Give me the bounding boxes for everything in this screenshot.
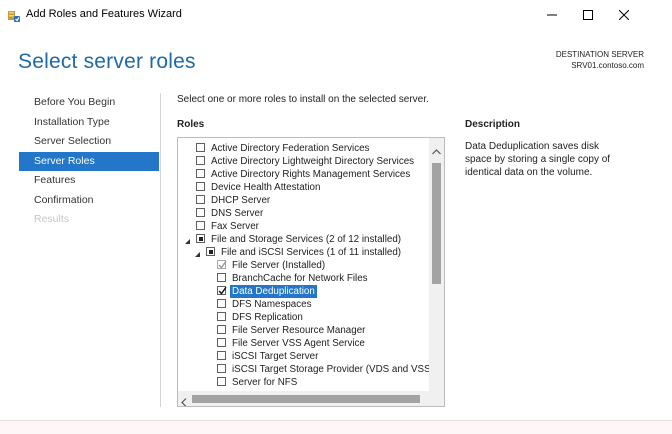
role-checkbox[interactable]: [217, 299, 226, 308]
role-row[interactable]: Server for NFS: [178, 376, 430, 389]
description-label: Description: [465, 119, 521, 130]
destination-server-name: SRV01.contoso.com: [571, 61, 644, 70]
scroll-up-icon[interactable]: [432, 142, 441, 160]
role-checkbox[interactable]: [217, 364, 226, 373]
role-row[interactable]: DHCP Server: [178, 194, 430, 207]
nav-step-server-selection[interactable]: Server Selection: [19, 132, 159, 152]
title-bar: Add Roles and Features Wizard: [0, 0, 672, 30]
role-row[interactable]: File and iSCSI Services (1 of 11 install…: [178, 246, 430, 259]
role-label: iSCSI Target Storage Provider (VDS and V…: [232, 364, 431, 375]
role-checkbox[interactable]: [196, 208, 205, 217]
role-label: Active Directory Lightweight Directory S…: [211, 156, 415, 167]
role-label: DHCP Server: [211, 195, 271, 206]
maximize-icon: [583, 10, 593, 20]
roles-list[interactable]: Active Directory Federation Services Acti…: [177, 137, 445, 407]
nav-step-before-you-begin[interactable]: Before You Begin: [19, 93, 159, 113]
role-checkbox[interactable]: [217, 286, 227, 295]
role-row[interactable]: BranchCache for Network Files: [178, 272, 430, 285]
role-row[interactable]: Data Deduplication: [178, 285, 430, 298]
expand-arrow-icon[interactable]: [194, 249, 201, 257]
role-checkbox[interactable]: [196, 156, 205, 165]
scrollbar-corner: [429, 391, 444, 406]
role-checkbox[interactable]: [217, 338, 226, 347]
role-label: DFS Namespaces: [232, 299, 312, 310]
role-row[interactable]: Fax Server: [178, 220, 430, 233]
destination-server-info: DESTINATION SERVER SRV01.contoso.com: [556, 49, 644, 71]
window-title: Add Roles and Features Wizard: [26, 8, 182, 20]
role-row[interactable]: iSCSI Target Storage Provider (VDS and V…: [178, 363, 431, 376]
close-icon: [619, 10, 629, 20]
role-row[interactable]: File and Storage Services (2 of 12 insta…: [178, 233, 430, 246]
role-checkbox[interactable]: [206, 247, 215, 256]
nav-divider: [160, 93, 161, 407]
role-checkbox[interactable]: [217, 351, 226, 360]
role-row[interactable]: File Server VSS Agent Service: [178, 337, 430, 350]
role-label: DFS Replication: [232, 312, 303, 323]
scroll-left-icon[interactable]: [181, 394, 187, 406]
role-label: Data Deduplication: [230, 285, 317, 298]
role-row[interactable]: File Server Resource Manager: [178, 324, 430, 337]
role-checkbox[interactable]: [217, 377, 226, 386]
minimize-button[interactable]: [538, 4, 566, 26]
roles-label: Roles: [177, 119, 205, 130]
role-label: iSCSI Target Server: [232, 351, 319, 362]
role-label: File Server Resource Manager: [232, 325, 366, 336]
description-text: Data Deduplication saves disk space by s…: [465, 141, 611, 178]
roles-tree: Active Directory Federation Services Acti…: [178, 142, 431, 389]
role-checkbox[interactable]: [217, 312, 226, 321]
vertical-scroll-thumb[interactable]: [432, 163, 441, 284]
nav-step-installation-type[interactable]: Installation Type: [19, 113, 159, 133]
role-label: File Server VSS Agent Service: [232, 338, 365, 349]
horizontal-scrollbar[interactable]: [178, 391, 444, 406]
nav-step-features[interactable]: Features: [19, 171, 159, 191]
role-label: Active Directory Rights Management Servi…: [211, 169, 411, 180]
wizard-steps-nav: Before You Begin Installation Type Server …: [19, 93, 159, 230]
role-label: File and Storage Services (2 of 12 insta…: [211, 234, 402, 245]
role-checkbox[interactable]: [196, 221, 205, 230]
role-label: Active Directory Federation Services: [211, 143, 370, 154]
destination-label: DESTINATION SERVER: [555, 50, 644, 59]
page-title: Select server roles: [18, 50, 196, 73]
role-checkbox[interactable]: [196, 182, 205, 191]
role-row[interactable]: File Server (Installed): [178, 259, 430, 272]
instructions-text: Select one or more roles to install on t…: [177, 94, 429, 105]
role-checkbox[interactable]: [196, 195, 205, 204]
role-row[interactable]: Active Directory Lightweight Directory S…: [178, 155, 430, 168]
role-label: DNS Server: [211, 208, 264, 219]
vertical-scrollbar[interactable]: [429, 138, 444, 391]
role-label: File and iSCSI Services (1 of 11 install…: [221, 247, 402, 258]
role-checkbox: [217, 260, 227, 269]
maximize-button[interactable]: [574, 4, 602, 26]
role-row[interactable]: DFS Namespaces: [178, 298, 430, 311]
role-label: File Server (Installed): [232, 260, 326, 271]
nav-step-results: Results: [34, 213, 70, 225]
role-label: Server for NFS: [232, 377, 298, 388]
role-label: BranchCache for Network Files: [232, 273, 368, 284]
role-row[interactable]: Device Health Attestation: [178, 181, 430, 194]
nav-step-server-roles[interactable]: Server Roles: [19, 151, 159, 171]
role-checkbox[interactable]: [196, 143, 205, 152]
role-label: Device Health Attestation: [211, 182, 321, 193]
role-row[interactable]: DNS Server: [178, 207, 430, 220]
minimize-icon: [547, 10, 557, 20]
close-button[interactable]: [610, 4, 638, 26]
expand-arrow-icon[interactable]: [184, 236, 191, 244]
role-checkbox[interactable]: [217, 325, 226, 334]
nav-step-confirmation[interactable]: Confirmation: [19, 191, 159, 211]
role-row[interactable]: Active Directory Rights Management Servi…: [178, 168, 430, 181]
role-checkbox[interactable]: [196, 169, 205, 178]
role-label: Fax Server: [211, 221, 259, 232]
footer-strip: [0, 420, 672, 434]
role-checkbox[interactable]: [217, 273, 226, 282]
role-row[interactable]: iSCSI Target Server: [178, 350, 430, 363]
server-manager-icon: [8, 9, 20, 22]
role-checkbox[interactable]: [196, 234, 205, 243]
role-row[interactable]: DFS Replication: [178, 311, 430, 324]
horizontal-scroll-thumb[interactable]: [192, 395, 420, 403]
role-row[interactable]: Active Directory Federation Services: [178, 142, 430, 155]
